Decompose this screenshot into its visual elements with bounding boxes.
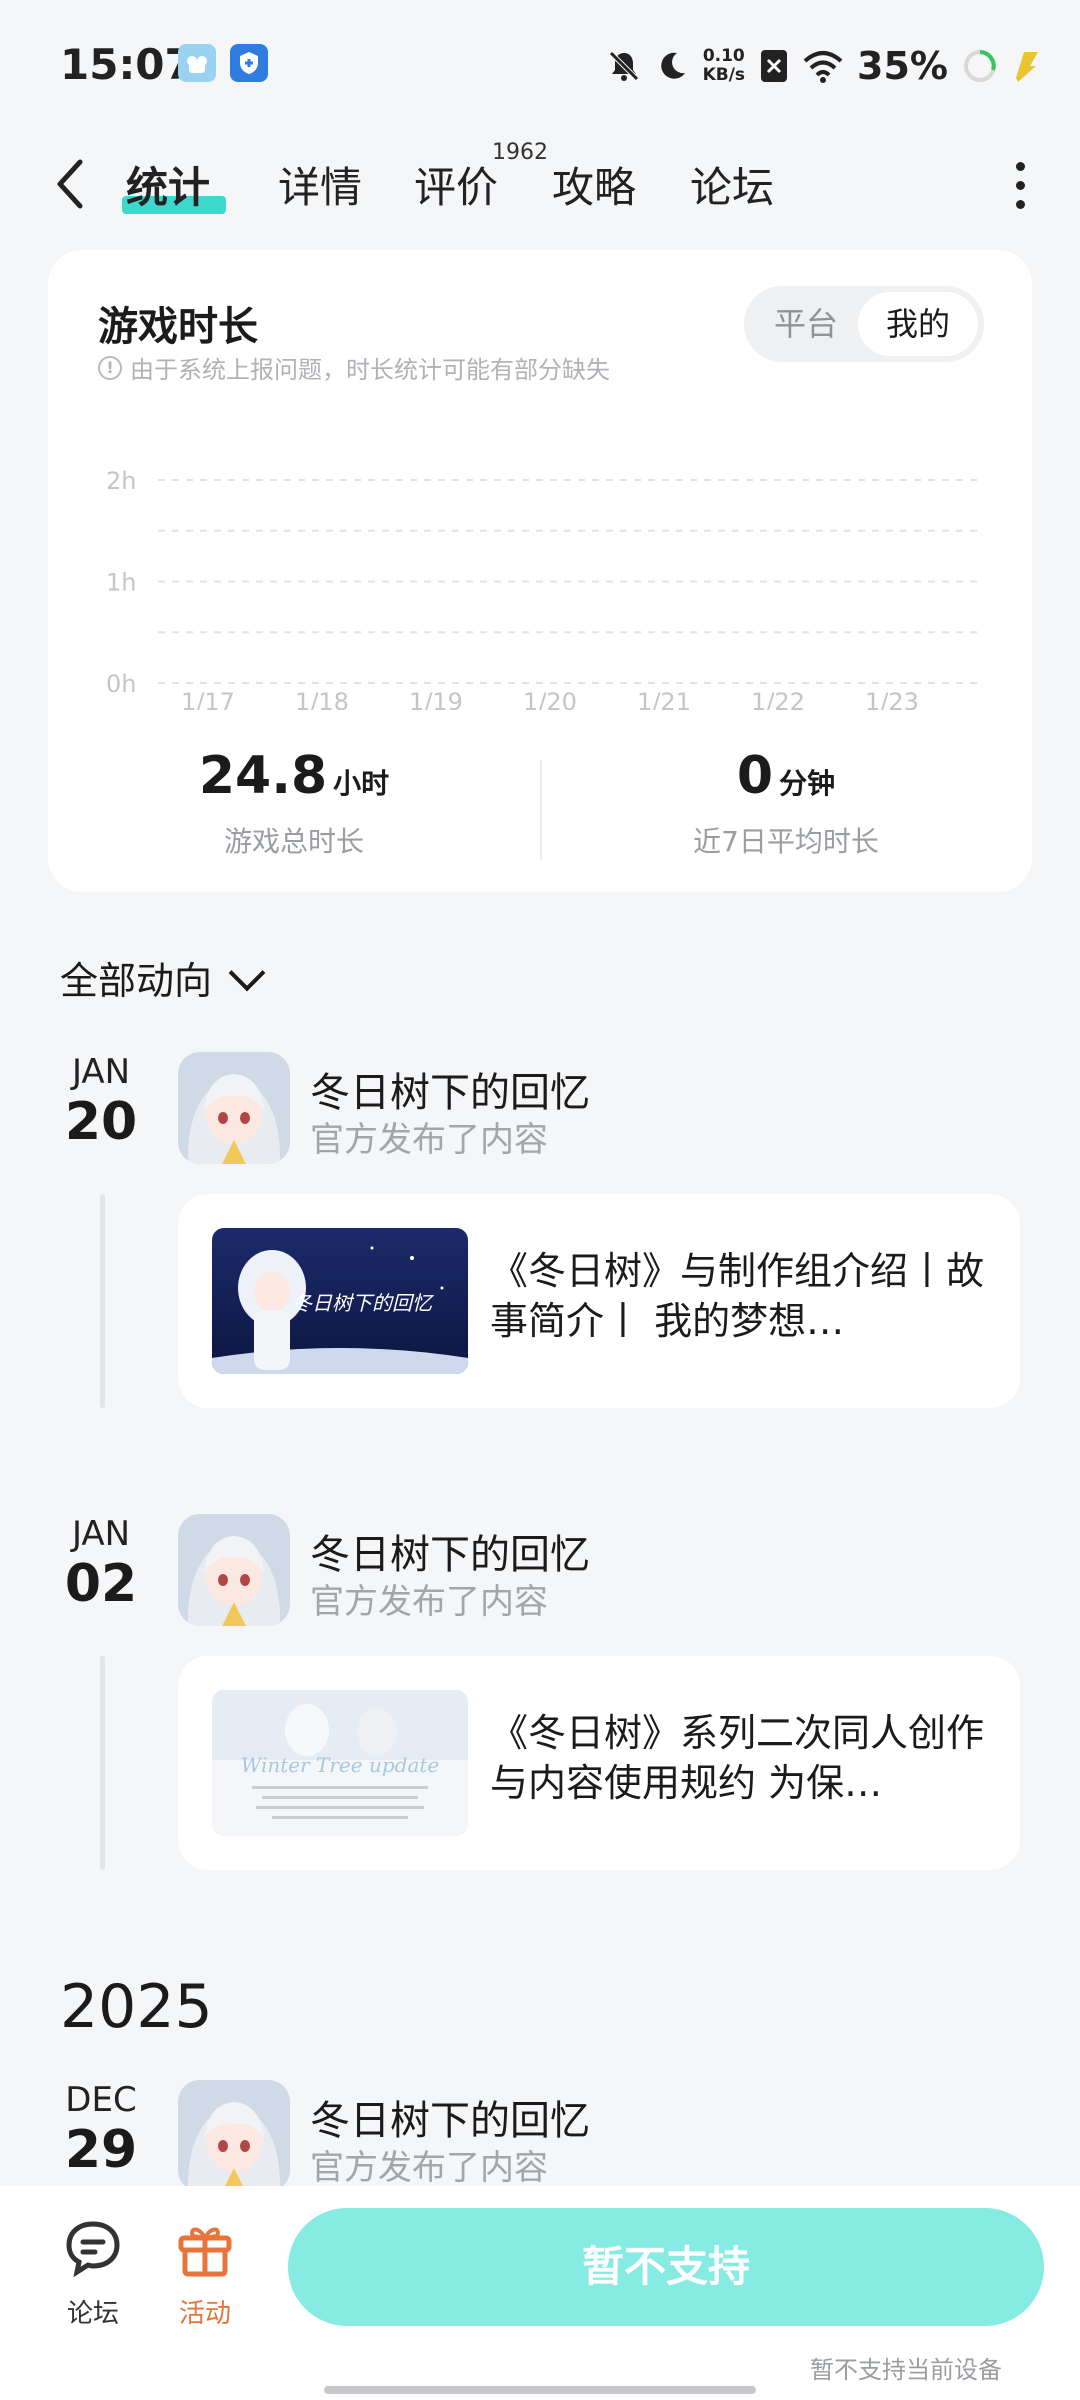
chart-x-tick: 1/23 [865,688,919,710]
wifi-icon [803,51,843,83]
feed-filter-label: 全部动向 [60,959,213,1003]
timeline-line [100,1656,105,1870]
total-playtime-stat: 24.8 小时 游戏总时长 [48,746,540,860]
game-avatar[interactable] [178,1514,290,1626]
playtime-title: 游戏时长 [98,304,258,350]
post-thumbnail: Winter Tree update [212,1690,468,1836]
game-avatar[interactable] [178,2080,290,2192]
entry-month: JAN [71,1052,131,1092]
post-title: 《冬日树》与制作组介绍丨故事简介丨 我的梦想… [490,1249,985,1343]
post-card[interactable]: Winter Tree update 《冬日树》系列二次同人创作与内容使用规约 … [178,1656,1020,1870]
bell-off-icon [608,51,639,81]
total-playtime-unit: 小时 [333,767,390,800]
toggle-platform[interactable]: 平台 [774,286,838,362]
tab-guides[interactable]: 攻略 [552,154,636,215]
back-arrow-icon[interactable] [52,154,92,214]
thumbnail-caption: Winter Tree update [241,1753,440,1777]
chart-y-tick: 1h [106,569,136,597]
entry-day: 29 [64,2120,138,2180]
entry-day: 02 [64,1554,138,1614]
game-avatar[interactable] [178,1052,290,1164]
post-thumbnail: 冬日树下的回忆 [212,1228,468,1374]
chart-x-tick: 1/20 [523,688,577,710]
feed-filter-dropdown[interactable]: 全部动向 [60,950,266,1005]
game-name[interactable]: 冬日树下的回忆 [310,1060,590,1118]
app-icon [178,44,216,82]
info-icon: ! [98,355,122,380]
moon-icon [660,52,685,79]
chart-y-tick: 0h [106,670,136,698]
entry-action: 官方发布了内容 [310,2148,548,2188]
net-speed: 0.10 KB/s [703,47,745,85]
more-options-icon[interactable] [1012,162,1028,216]
bottom-action-bar: 论坛 活动 暂不支持 暂不支持当前设备 [0,2186,1080,2400]
home-indicator[interactable] [324,2386,756,2394]
unsupported-device-note: 暂不支持当前设备 [810,2356,1002,2384]
total-playtime-value: 24.8 [198,746,328,806]
forum-button-label: 论坛 [66,2299,119,2329]
shield-icon [230,44,268,82]
avg-playtime-value: 0 [736,746,774,806]
review-count-badge: 1962 [492,140,548,165]
entry-month: JAN [71,1514,131,1554]
tab-details[interactable]: 详情 [278,154,362,215]
chart-x-tick: 1/19 [409,688,463,710]
tab-forum[interactable]: 论坛 [690,154,774,215]
scope-toggle: 平台 我的 [744,286,984,362]
chart-x-tick: 1/18 [295,688,349,710]
playtime-note: ! 由于系统上报问题，时长统计可能有部分缺失 [98,350,610,385]
forum-button[interactable]: 论坛 [48,2216,138,2330]
chart-x-tick: 1/17 [181,688,235,710]
net-speed-value: 0.10 [702,46,745,66]
sim-off-icon [761,50,788,82]
chart-x-tick: 1/21 [637,688,691,710]
net-speed-unit: KB/s [702,65,746,85]
battery-ring-icon [964,50,996,82]
total-playtime-label: 游戏总时长 [223,825,364,858]
playtime-card: 游戏时长 ! 由于系统上报问题，时长统计可能有部分缺失 平台 我的 2h 1h 0h… [48,250,1032,892]
timeline-line [100,1194,105,1408]
tab-stats[interactable]: 统计 [126,154,210,215]
avg-playtime-unit: 分钟 [779,767,836,800]
thumbnail-caption: 冬日树下的回忆 [292,1291,435,1315]
post-card[interactable]: 冬日树下的回忆 《冬日树》与制作组介绍丨故事简介丨 我的梦想… [178,1194,1020,1408]
charging-icon [1016,52,1038,82]
chart-y-tick: 2h [106,467,136,495]
gift-icon [178,2227,232,2277]
chevron-down-icon [228,954,266,991]
game-name[interactable]: 冬日树下的回忆 [310,2088,590,2146]
activity-button-label: 活动 [178,2299,231,2329]
playtime-note-text: 由于系统上报问题，时长统计可能有部分缺失 [130,356,610,384]
avg-playtime-label: 近7日平均时长 [693,825,879,858]
tab-reviews[interactable]: 评价 [414,154,498,215]
entry-action: 官方发布了内容 [310,1582,548,1622]
status-bar: 15:07 0.10 KB/s 35% [0,0,1080,130]
game-name[interactable]: 冬日树下的回忆 [310,1522,590,1580]
playtime-chart: 2h 1h 0h 1/17 1/18 1/19 1/20 1/21 1/22 1/23 [106,467,982,710]
tab-header: 统计 详情 评价 1962 攻略 论坛 [0,140,1080,240]
status-time: 15:07 [60,40,194,89]
entry-day: 20 [64,1092,138,1152]
chart-x-tick: 1/22 [751,688,805,710]
battery-percent: 35% [857,44,948,88]
year-header: 2025 [60,1972,213,2042]
entry-month: DEC [65,2080,137,2120]
post-title: 《冬日树》系列二次同人创作与内容使用规约 为保… [490,1711,985,1805]
avg-playtime-stat: 0 分钟 近7日平均时长 [540,746,1032,860]
chat-bubble-icon [66,2221,120,2278]
toggle-mine[interactable]: 我的 [858,292,978,356]
activity-button[interactable]: 活动 [160,2216,250,2330]
unsupported-button[interactable]: 暂不支持 [288,2208,1044,2326]
entry-action: 官方发布了内容 [310,1120,548,1160]
